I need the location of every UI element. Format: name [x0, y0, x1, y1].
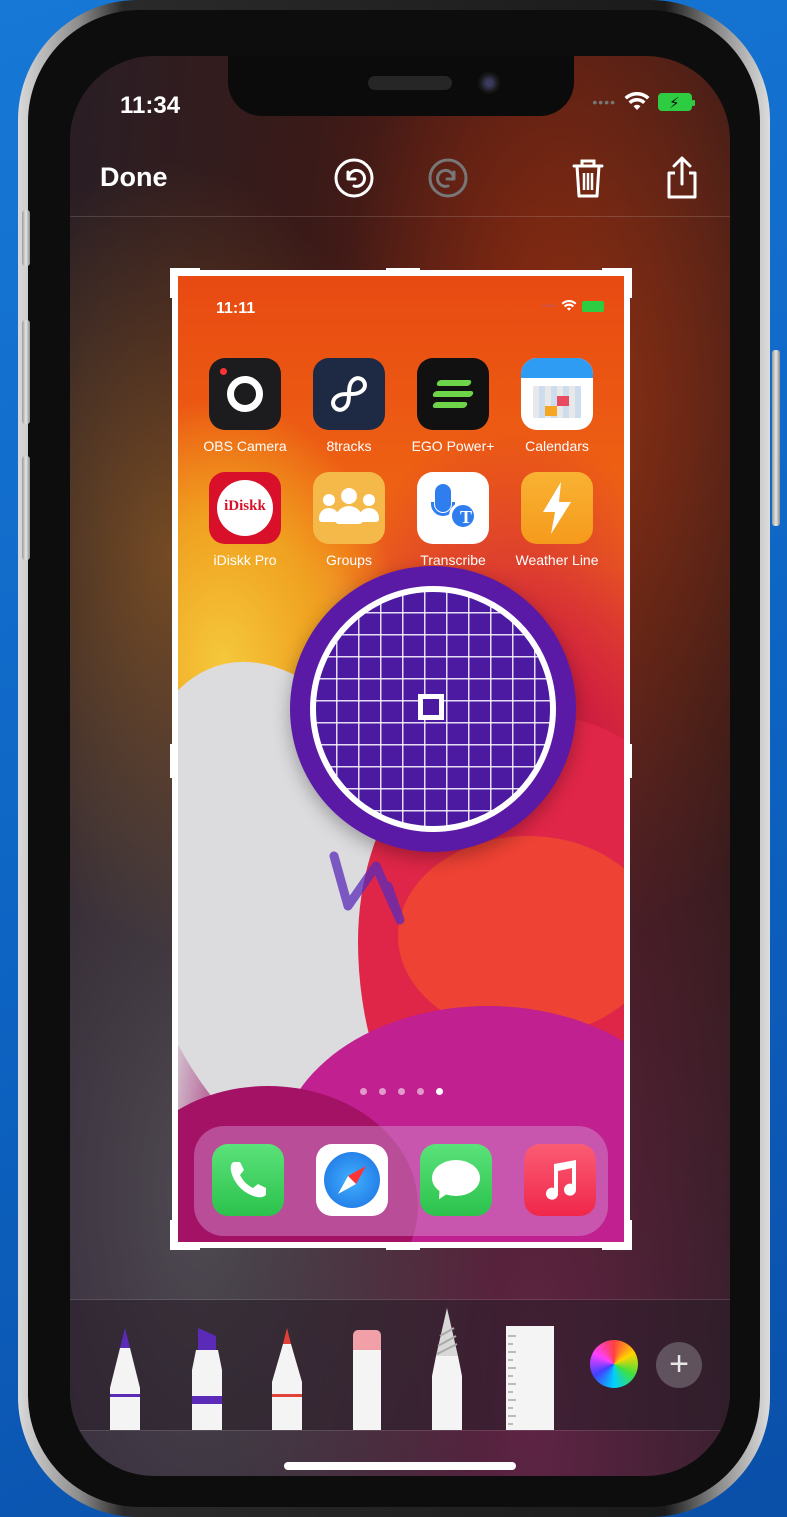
messages-icon[interactable] — [420, 1144, 492, 1216]
page-dot — [378, 1088, 386, 1095]
signal-icon: •••• — [541, 300, 556, 312]
undo-icon[interactable] — [332, 156, 376, 200]
music-icon[interactable] — [524, 1144, 596, 1216]
device-screen: 11:34 •••• ⚡ Done 11:11 •••• OBS Camera … — [70, 56, 730, 1476]
wifi-icon — [624, 92, 650, 110]
crop-handle-top[interactable] — [386, 268, 420, 274]
pen-tool[interactable] — [108, 1326, 142, 1430]
app-label: Groups — [326, 552, 372, 568]
crop-handle-bottom-left[interactable] — [170, 1220, 176, 1250]
volume-up-button — [22, 320, 30, 424]
idiskk-logo-text: iDiskk — [224, 498, 266, 514]
dock — [194, 1126, 608, 1236]
page-dot-active — [435, 1088, 443, 1095]
page-indicator[interactable] — [178, 1082, 624, 1100]
idiskk-pro-icon: iDiskk — [209, 472, 281, 544]
share-icon[interactable] — [660, 156, 704, 200]
app-obs-camera[interactable]: OBS Camera — [200, 358, 290, 454]
crop-handle-top-left[interactable] — [170, 268, 176, 298]
app-ego-power[interactable]: EGO Power+ — [408, 358, 498, 454]
obs-camera-icon — [209, 358, 281, 430]
drawn-pen-stroke — [329, 851, 405, 925]
speaker-grille — [368, 76, 452, 90]
page-dot — [416, 1088, 424, 1095]
redo-icon[interactable] — [426, 156, 470, 200]
app-label: EGO Power+ — [411, 438, 495, 454]
crop-handle-bottom[interactable] — [386, 1244, 420, 1250]
screenshot-status-time: 11:11 — [216, 300, 256, 317]
signal-icon: •••• — [592, 94, 616, 110]
ruler-tool[interactable] — [506, 1326, 554, 1430]
home-indicator[interactable] — [284, 1462, 516, 1470]
notch — [228, 56, 574, 116]
app-idiskk-pro[interactable]: iDiskk iDiskk Pro — [200, 472, 290, 568]
8tracks-icon — [313, 358, 385, 430]
eraser-tool[interactable] — [350, 1326, 384, 1430]
app-transcribe[interactable]: T Transcribe — [408, 472, 498, 568]
app-label: Calendars — [525, 438, 589, 454]
app-label: iDiskk Pro — [213, 552, 277, 568]
battery-icon: ⚡ — [658, 93, 695, 112]
app-groups[interactable]: Groups — [304, 472, 394, 568]
magnifier-loupe[interactable] — [290, 566, 576, 852]
screenshot-crop-frame[interactable]: 11:11 •••• OBS Camera 8tracks EGO Power+… — [170, 268, 632, 1250]
app-label: OBS Camera — [203, 438, 287, 454]
silent-switch — [22, 210, 30, 266]
app-weather-line[interactable]: Weather Line — [512, 472, 602, 568]
transcribe-icon: T — [417, 472, 489, 544]
crop-handle-left[interactable] — [170, 744, 176, 778]
crop-handle-top-right[interactable] — [626, 268, 632, 298]
screenshot-image: 11:11 •••• OBS Camera 8tracks EGO Power+… — [178, 276, 624, 1242]
status-icons: •••• ⚡ — [592, 92, 695, 112]
groups-icon — [313, 472, 385, 544]
ego-power-icon — [417, 358, 489, 430]
app-label: Weather Line — [515, 552, 599, 568]
add-tool-button[interactable]: + — [656, 1342, 702, 1388]
weather-line-icon — [521, 472, 593, 544]
power-button — [772, 350, 780, 526]
tools-baseline — [70, 1430, 730, 1431]
status-time: 11:34 — [120, 92, 181, 119]
page-dot — [397, 1088, 405, 1095]
crop-handle-right[interactable] — [626, 744, 632, 778]
pencil-tool[interactable] — [270, 1326, 304, 1430]
color-picker-icon[interactable] — [590, 1340, 638, 1388]
crop-handle-bottom-right[interactable] — [626, 1220, 632, 1250]
app-calendars[interactable]: Calendars — [512, 358, 602, 454]
magnifier-center-handle[interactable] — [418, 694, 444, 720]
toolbar-divider — [70, 216, 730, 217]
wifi-icon — [561, 300, 577, 311]
page-dot — [359, 1088, 367, 1095]
app-8tracks[interactable]: 8tracks — [304, 358, 394, 454]
markup-toolbar: Done — [70, 146, 730, 218]
app-label: 8tracks — [326, 438, 372, 454]
phone-icon[interactable] — [212, 1144, 284, 1216]
transcribe-logo-text: T — [459, 507, 472, 527]
volume-down-button — [22, 456, 30, 560]
front-camera — [478, 72, 500, 94]
safari-icon[interactable] — [316, 1144, 388, 1216]
battery-icon — [582, 300, 604, 312]
calendars-icon — [521, 358, 593, 430]
screenshot-status-icons: •••• — [542, 300, 604, 312]
marker-tool[interactable] — [190, 1326, 224, 1430]
trash-icon[interactable] — [566, 156, 610, 200]
lasso-tool[interactable] — [430, 1306, 464, 1430]
done-button[interactable]: Done — [100, 162, 168, 193]
